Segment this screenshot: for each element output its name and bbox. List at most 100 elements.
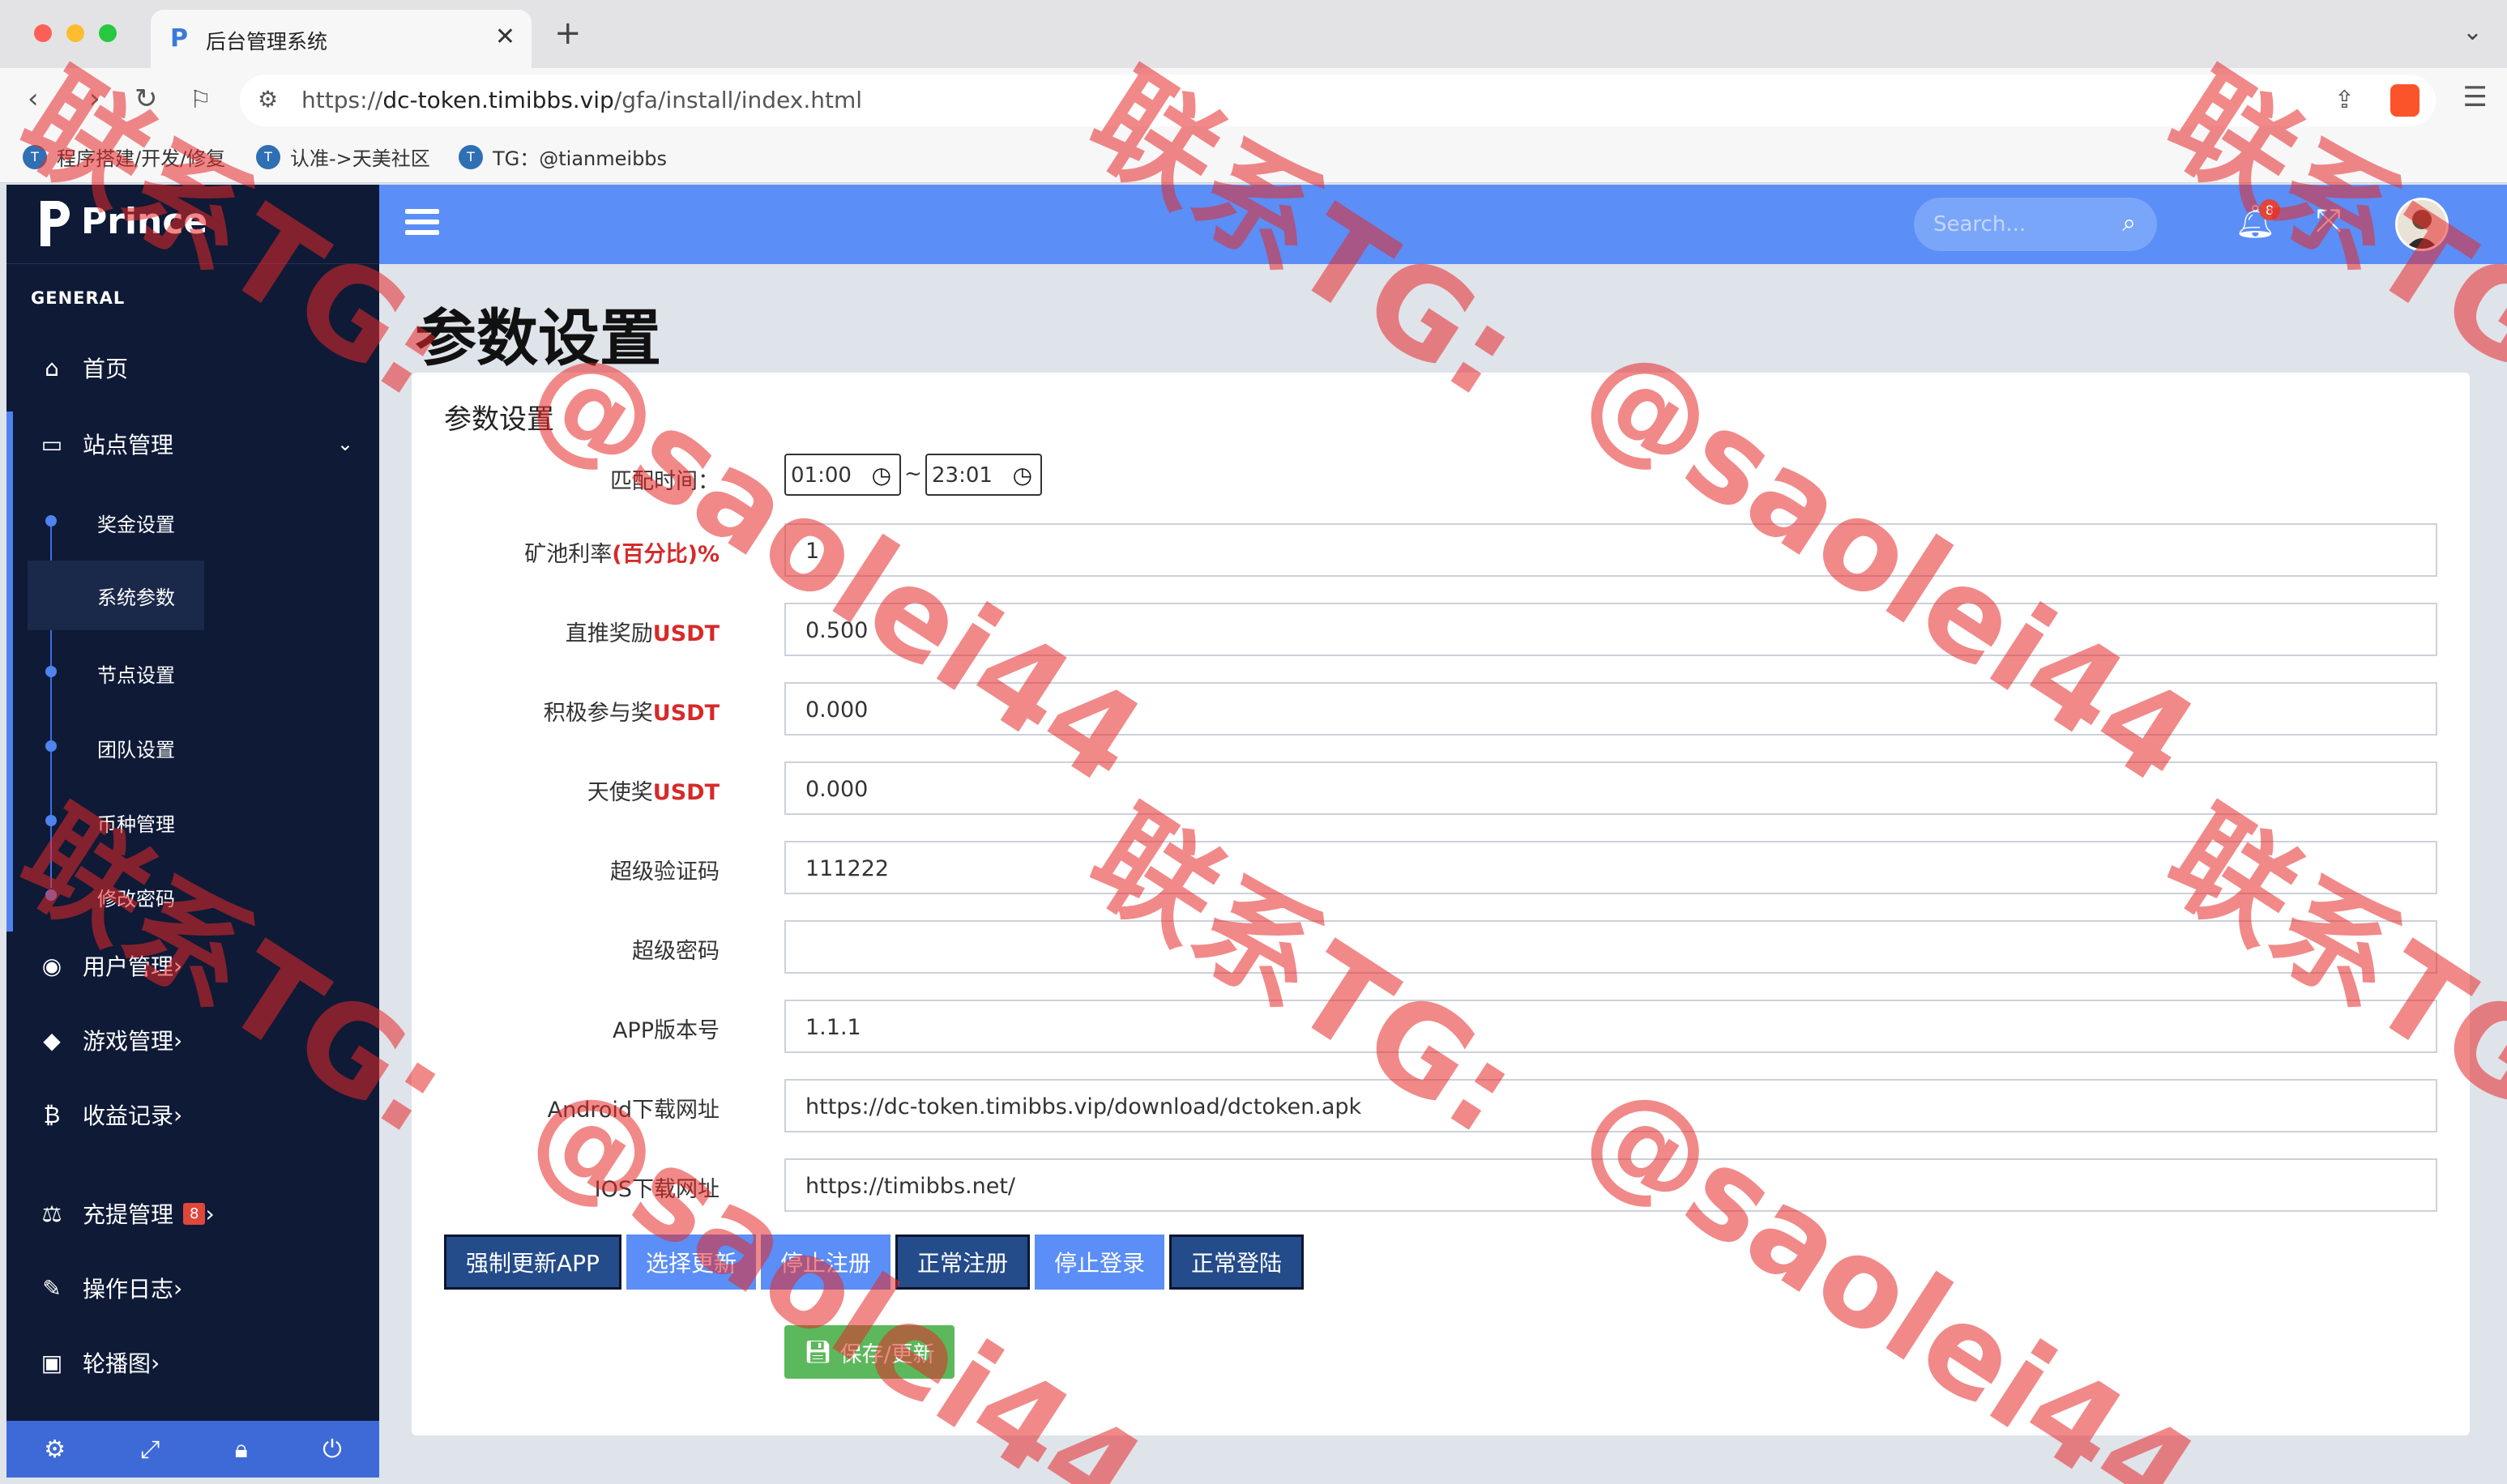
save-icon: 💾︎	[804, 1340, 832, 1365]
tab-bar: P 后台管理系统 ✕ + ⌄	[0, 0, 2507, 68]
direct-reward-input[interactable]: 0.500	[784, 603, 2437, 656]
url-text[interactable]: https://dc-token.timibbs.vip/gfa/install…	[301, 87, 862, 113]
ios-url-input[interactable]: https://timibbs.net/	[784, 1158, 2437, 1212]
lock-icon[interactable]: 🔒︎	[235, 1435, 248, 1464]
avatar[interactable]	[2395, 198, 2449, 251]
power-icon[interactable]: ⏻	[322, 1435, 342, 1464]
expand-icon[interactable]: ⤢	[140, 1435, 160, 1464]
sidebar-item-label: 用户管理	[83, 953, 174, 980]
angel-reward-input[interactable]: 0.000	[784, 761, 2437, 815]
field-label: Android下载网址	[547, 1098, 720, 1123]
app-version-input[interactable]: 1.1.1	[784, 1000, 2437, 1053]
participation-reward-input[interactable]: 0.000	[784, 682, 2437, 736]
force-update-button[interactable]: 强制更新APP	[444, 1235, 621, 1290]
sidebar-item-home[interactable]: ⌂ 首页	[6, 335, 379, 400]
tab-close-icon[interactable]: ✕	[495, 23, 515, 51]
sub-item-node-settings[interactable]: 节点设置	[6, 638, 379, 703]
field-label: 天使奖USDT	[587, 780, 720, 805]
bookmark-item[interactable]: T 认准->天美社区	[256, 143, 430, 171]
brand[interactable]: Prince	[6, 185, 379, 264]
cube-icon: ◆	[43, 1026, 61, 1054]
sidebar-item-site-management[interactable]: ▭ 站点管理 ⌄	[6, 412, 379, 476]
brand-name: Prince	[81, 201, 208, 242]
back-icon[interactable]: ‹	[28, 83, 39, 115]
field-label: 超级密码	[632, 939, 720, 964]
sidebar-item-carousel[interactable]: ▣ 轮播图 ›	[6, 1330, 379, 1395]
clock-icon: ◷	[1012, 462, 1032, 488]
browser-tab[interactable]: P 后台管理系统 ✕	[151, 10, 532, 68]
chevron-right-icon: ›	[173, 1026, 183, 1054]
search-input[interactable]: Search... ⌕	[1914, 198, 2157, 251]
pool-rate-input[interactable]: 1	[784, 523, 2437, 577]
new-tab-icon[interactable]: +	[554, 15, 582, 52]
chevron-right-icon: ›	[173, 952, 183, 979]
window-close-button[interactable]	[34, 24, 52, 42]
super-code-input[interactable]: 111222	[784, 841, 2437, 894]
normal-login-button[interactable]: 正常登陆	[1169, 1235, 1305, 1290]
sub-item-bonus-settings[interactable]: 奖金设置	[6, 488, 379, 552]
browser-chrome: P 后台管理系统 ✕ + ⌄ ‹ › ↻ ⚐ ⚙ https://dc-toke…	[0, 0, 2507, 183]
sub-item-change-password[interactable]: 修改密码	[6, 862, 379, 927]
normal-register-button[interactable]: 正常注册	[895, 1235, 1030, 1290]
sub-item-label: 系统参数	[97, 586, 175, 609]
top-bar: Search... ⌕ 🔔︎ 8 ⤧	[379, 185, 2507, 264]
share-icon[interactable]: ⇪	[2334, 86, 2355, 114]
tab-list-chevron-icon[interactable]: ⌄	[2462, 18, 2483, 46]
bookmark-item[interactable]: T 程序搭建/开发/修复	[23, 143, 225, 171]
sidebar-item-deposit-withdraw[interactable]: ⚖ 充提管理 8 ›	[6, 1181, 379, 1246]
fullscreen-icon[interactable]: ⤧	[2316, 203, 2342, 240]
sub-item-currency-management[interactable]: 币种管理	[6, 787, 379, 852]
submenu-dot-icon	[45, 889, 57, 901]
sub-item-label: 节点设置	[97, 664, 175, 687]
address-bar[interactable]: ⚙ https://dc-token.timibbs.vip/gfa/insta…	[240, 75, 2436, 126]
field-label: APP版本号	[612, 1018, 720, 1043]
super-password-input[interactable]	[784, 920, 2437, 974]
site-settings-icon[interactable]: ⚙	[258, 86, 278, 113]
settings-card: 参数设置 匹配时间： 01:00 ◷ ~ 23:01 ◷ 矿池利率(百分比)% …	[412, 373, 2470, 1435]
bitcoin-icon: ₿	[43, 1101, 61, 1128]
stop-register-button[interactable]: 停止注册	[760, 1235, 890, 1290]
match-time-start-input[interactable]: 01:00 ◷	[784, 454, 901, 496]
stop-login-button[interactable]: 停止登录	[1034, 1235, 1164, 1290]
submenu-dot-icon	[45, 815, 57, 826]
sidebar-item-earnings[interactable]: ₿ 收益记录 ›	[6, 1082, 379, 1147]
optional-update-button[interactable]: 选择更新	[626, 1235, 756, 1290]
brave-shield-icon[interactable]	[2390, 84, 2419, 117]
monitor-icon: ▭	[41, 430, 63, 458]
sidebar-item-game-management[interactable]: ◆ 游戏管理 ›	[6, 1008, 379, 1072]
scale-icon: ⚖	[41, 1200, 62, 1227]
forward-icon[interactable]: ›	[89, 83, 100, 115]
browser-menu-icon[interactable]: ☰	[2463, 81, 2488, 113]
bookmark-item[interactable]: T TG：@tianmeibbs	[459, 143, 667, 171]
sidebar-item-label: 轮播图	[83, 1350, 152, 1377]
action-button-group: 强制更新APP 选择更新 停止注册 正常注册 停止登录 正常登陆	[444, 1235, 1309, 1290]
user-circle-icon: ◉	[41, 952, 62, 979]
field-label: 直推奖励USDT	[565, 621, 720, 646]
image-icon: ▣	[41, 1349, 63, 1376]
sidebar-item-user-management[interactable]: ◉ 用户管理 ›	[6, 933, 379, 998]
match-time-end-input[interactable]: 23:01 ◷	[925, 454, 1042, 496]
android-url-input[interactable]: https://dc-token.timibbs.vip/download/dc…	[784, 1079, 2437, 1132]
chevron-right-icon: ›	[205, 1200, 215, 1227]
bookmark-favicon-icon: T	[459, 144, 483, 169]
sub-item-system-params[interactable]: 系统参数	[6, 561, 379, 630]
match-time-label: 匹配时间：	[610, 469, 720, 494]
sub-item-team-settings[interactable]: 团队设置	[6, 713, 379, 778]
save-button[interactable]: 💾︎ 保存/更新	[784, 1325, 955, 1379]
hamburger-menu-icon[interactable]	[405, 209, 439, 238]
gear-icon[interactable]: ⚙	[44, 1435, 66, 1464]
chevron-right-icon: ›	[173, 1274, 183, 1302]
window-minimize-button[interactable]	[66, 24, 84, 42]
field-label: 积极参与奖USDT	[543, 701, 720, 726]
bookmark-favicon-icon: T	[23, 144, 47, 169]
search-icon[interactable]: ⌕	[2122, 209, 2136, 237]
submenu-dot-icon	[45, 515, 57, 527]
bookmark-icon[interactable]: ⚐	[190, 86, 211, 114]
bookmarks-bar: T 程序搭建/开发/修复 T 认准->天美社区 T TG：@tianmeibbs	[0, 134, 2507, 183]
window-zoom-button[interactable]	[99, 24, 117, 42]
reload-icon[interactable]: ↻	[135, 83, 158, 115]
sidebar-item-label: 收益记录	[83, 1102, 174, 1129]
time-value: 01:00	[791, 463, 852, 488]
chevron-right-icon: ›	[151, 1349, 160, 1376]
sidebar-item-operation-log[interactable]: ✎ 操作日志 ›	[6, 1256, 379, 1320]
